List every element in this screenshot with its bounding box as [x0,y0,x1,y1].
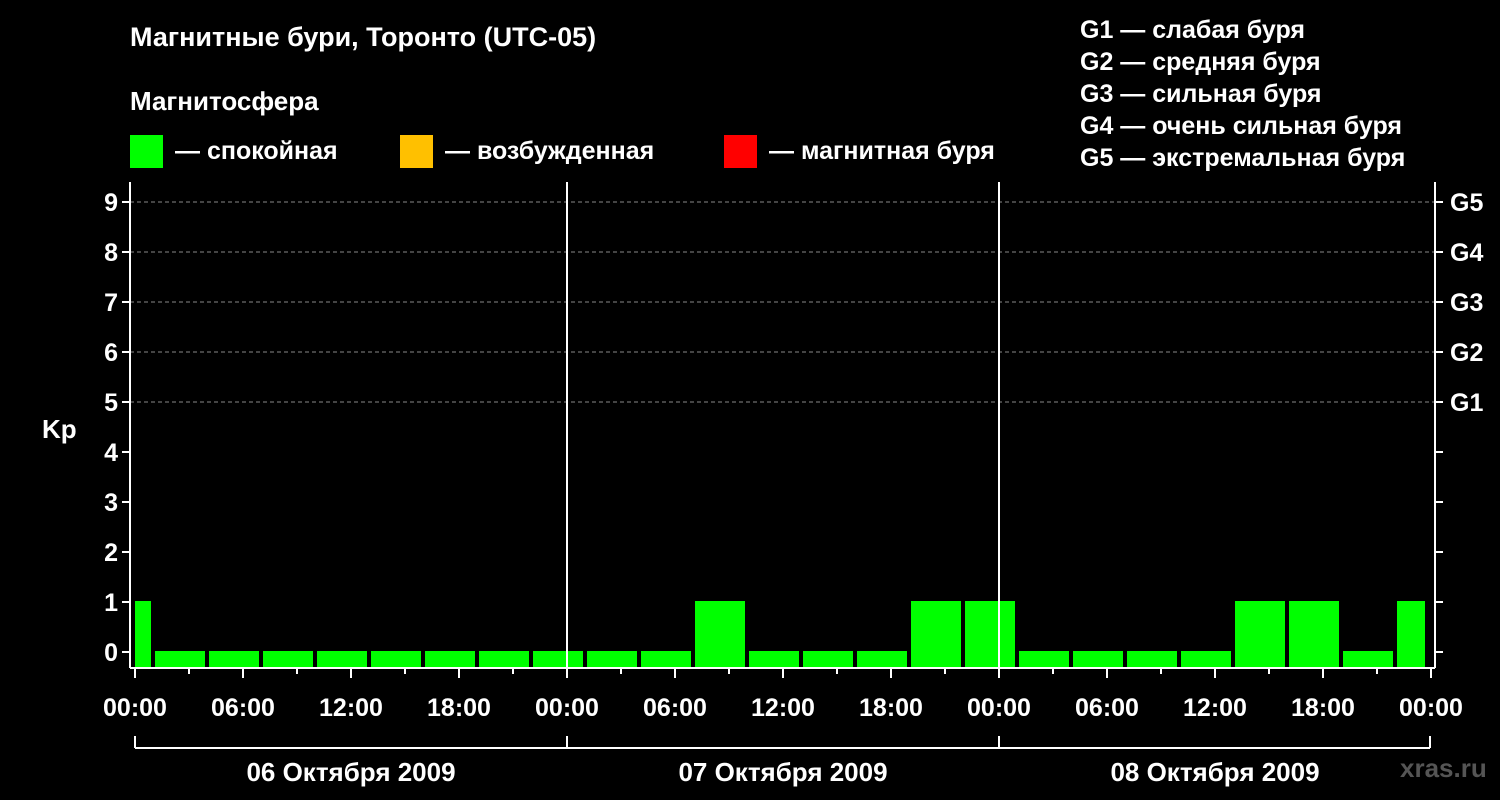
y-tick-label-3: 3 [104,489,118,517]
kp-bar-0 [135,601,151,668]
kp-bar-20 [1181,651,1231,668]
x-tick-label-12: 00:00 [1399,694,1463,722]
x-tick-label-7: 18:00 [859,694,923,722]
kp-bar-4 [317,651,367,668]
y-tick-label-1: 1 [104,589,118,617]
day-label-1: 07 Октября 2009 [678,757,887,787]
y-tick-label-2: 2 [104,539,118,567]
kp-bar-2 [209,651,259,668]
x-tick-label-11: 18:00 [1291,694,1355,722]
kp-bar-17 [1019,651,1069,668]
kp-bar-14 [857,651,907,668]
day-label-2: 08 Октября 2009 [1110,757,1319,787]
g-level-label-G1: G1 [1450,389,1483,417]
x-tick-label-8: 00:00 [967,694,1031,722]
g-level-label-G2: G2 [1450,339,1483,367]
kp-bar-1 [155,651,205,668]
x-tick-label-1: 06:00 [211,694,275,722]
kp-bar-19 [1127,651,1177,668]
y-tick-label-7: 7 [104,289,118,317]
kp-bar-15 [911,601,961,668]
y-tick-label-0: 0 [104,639,118,667]
g-level-label-G4: G4 [1450,239,1483,267]
kp-bar-10 [641,651,691,668]
y-tick-label-9: 9 [104,189,118,217]
kp-bar-22 [1289,601,1339,668]
kp-bar-6 [425,651,475,668]
kp-bar-8 [533,651,583,668]
watermark: xras.ru [1400,753,1487,783]
x-tick-label-10: 12:00 [1183,694,1247,722]
kp-bar-18 [1073,651,1123,668]
kp-bar-5 [371,651,421,668]
y-tick-label-8: 8 [104,239,118,267]
x-tick-label-3: 18:00 [427,694,491,722]
x-tick-label-5: 06:00 [643,694,707,722]
x-tick-label-9: 06:00 [1075,694,1139,722]
kp-bar-24 [1397,601,1425,668]
y-axis-label: Kp [42,414,77,444]
kp-bar-13 [803,651,853,668]
y-tick-label-5: 5 [104,389,118,417]
kp-bar-21 [1235,601,1285,668]
day-label-0: 06 Октября 2009 [246,757,455,787]
g-level-label-G5: G5 [1450,189,1483,217]
kp-bar-7 [479,651,529,668]
x-tick-label-4: 00:00 [535,694,599,722]
x-tick-label-6: 12:00 [751,694,815,722]
g-level-label-G3: G3 [1450,289,1483,317]
kp-bar-16 [965,601,1015,668]
kp-bar-12 [749,651,799,668]
kp-bar-3 [263,651,313,668]
kp-bar-23 [1343,651,1393,668]
x-tick-label-0: 00:00 [103,694,167,722]
y-tick-label-6: 6 [104,339,118,367]
kp-bar-11 [695,601,745,668]
y-tick-label-4: 4 [104,439,118,467]
x-tick-label-2: 12:00 [319,694,383,722]
kp-chart: 0 1 2 3 4 5 6 7 8 9 Kp G1 G2 G3 G4 G5 00:00 06:00 12:00 18:… [42,182,1483,787]
kp-bar-9 [587,651,637,668]
